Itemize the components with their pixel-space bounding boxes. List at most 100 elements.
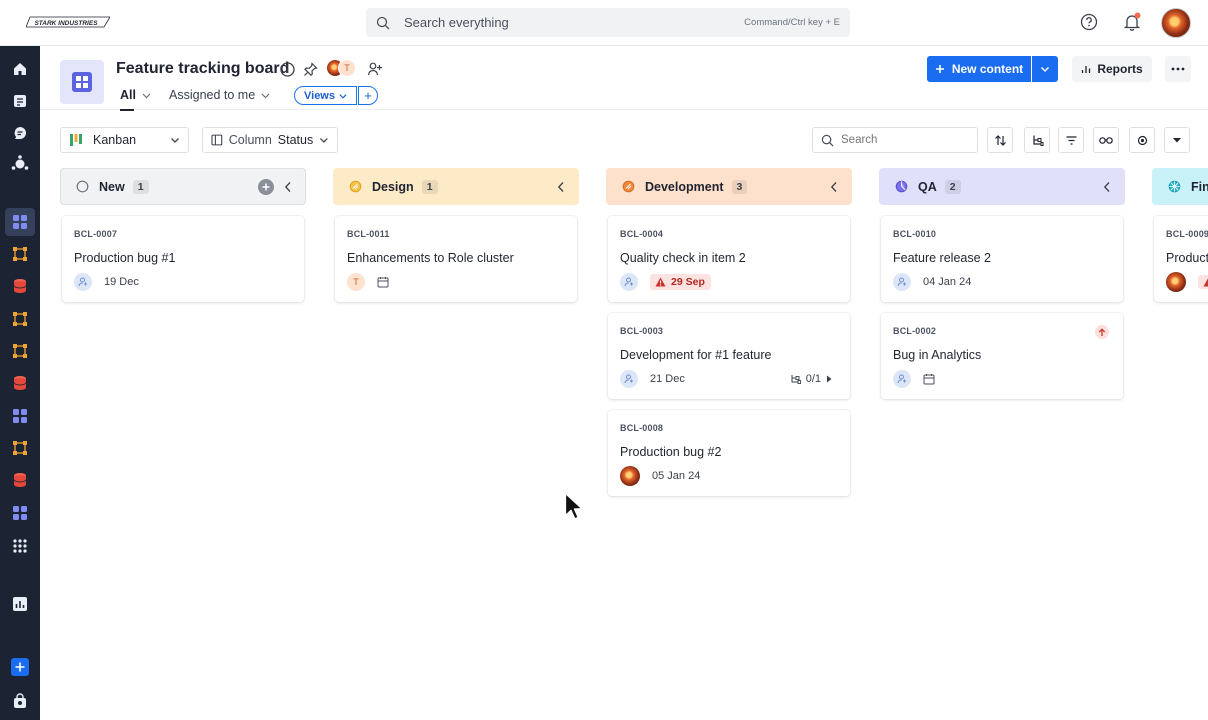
sidebar-chat-icon[interactable] bbox=[10, 123, 30, 143]
add-member-icon[interactable] bbox=[366, 60, 384, 78]
subitems-toggle[interactable]: 0/1 bbox=[790, 373, 832, 385]
hierarchy-button[interactable] bbox=[1024, 127, 1050, 153]
help-icon[interactable] bbox=[1078, 11, 1100, 33]
warning-icon bbox=[1203, 278, 1208, 287]
caret-down-icon bbox=[1173, 138, 1181, 143]
sort-button[interactable] bbox=[987, 127, 1013, 153]
calendar-icon[interactable] bbox=[377, 276, 389, 288]
column-header[interactable]: Fin bbox=[1152, 168, 1208, 205]
collapse-chevron-icon[interactable] bbox=[557, 181, 565, 193]
reports-button[interactable]: Reports bbox=[1072, 56, 1152, 82]
sidebar-workflow-icon[interactable] bbox=[10, 244, 30, 264]
sidebar-home-icon[interactable] bbox=[10, 59, 30, 79]
column-prefix-label: Column bbox=[228, 133, 272, 147]
sidebar-workflow-icon[interactable] bbox=[10, 309, 30, 329]
sidebar-boards-icon[interactable] bbox=[10, 406, 30, 426]
view-mode-select[interactable]: Kanban bbox=[60, 127, 189, 153]
sidebar-apps-grid-icon[interactable] bbox=[10, 536, 30, 556]
card[interactable]: BCL-0003 Development for #1 feature 21 D… bbox=[608, 313, 850, 399]
collapse-chevron-icon[interactable] bbox=[284, 181, 292, 193]
priority-high-icon[interactable] bbox=[1095, 325, 1109, 339]
sidebar-workflow-icon[interactable] bbox=[10, 341, 30, 361]
assign-user-icon[interactable] bbox=[893, 273, 911, 291]
sidebar-database-icon[interactable] bbox=[10, 470, 30, 490]
sidebar-store-icon[interactable] bbox=[10, 691, 30, 711]
member-avatar-initial[interactable]: T bbox=[338, 59, 356, 77]
assign-user-icon[interactable] bbox=[620, 273, 638, 291]
brand-logo[interactable]: STARK INDUSTRIES bbox=[26, 15, 110, 29]
status-qa-icon bbox=[895, 180, 908, 193]
card-due-date[interactable]: 05 Jan 24 bbox=[652, 470, 700, 482]
card[interactable]: BCL-0008 Production bug #2 05 Jan 24 bbox=[608, 410, 850, 496]
overdue-badge[interactable] bbox=[1198, 275, 1208, 289]
sidebar-tasks-icon[interactable] bbox=[10, 91, 30, 111]
card-title: Enhancements to Role cluster bbox=[347, 251, 514, 265]
sidebar-workflow-icon[interactable] bbox=[10, 438, 30, 458]
more-options-button[interactable] bbox=[1165, 56, 1191, 82]
pin-icon[interactable] bbox=[301, 60, 319, 78]
card[interactable]: BCL-0011 Enhancements to Role cluster T bbox=[335, 216, 577, 302]
view-settings-button[interactable] bbox=[1129, 127, 1155, 153]
overdue-badge[interactable]: 29 Sep bbox=[650, 274, 711, 290]
card-assignee-avatar[interactable]: T bbox=[347, 273, 365, 291]
fields-visibility-button[interactable] bbox=[1093, 127, 1119, 153]
card-id: BCL-0011 bbox=[347, 229, 390, 239]
brand-logo-text: STARK INDUSTRIES bbox=[34, 20, 98, 27]
column-header[interactable]: QA 2 bbox=[879, 168, 1125, 205]
tab-all[interactable]: All bbox=[120, 88, 151, 111]
global-search[interactable]: Search everything Command/Ctrl key + E bbox=[366, 8, 850, 37]
card-due-date[interactable]: 21 Dec bbox=[650, 373, 685, 385]
sidebar-database-icon[interactable] bbox=[10, 373, 30, 393]
filter-button[interactable] bbox=[1058, 127, 1084, 153]
calendar-icon[interactable] bbox=[923, 373, 935, 385]
kanban-board: New 1 BCL-0007 Production bug #1 19 Dec bbox=[40, 166, 1208, 720]
sidebar-boards-icon[interactable] bbox=[10, 503, 30, 523]
search-shortcut-hint: Command/Ctrl key + E bbox=[744, 17, 840, 28]
views-label: Views bbox=[304, 89, 335, 102]
reports-label: Reports bbox=[1097, 62, 1143, 76]
filter-icon bbox=[1066, 135, 1076, 145]
sidebar-database-icon[interactable] bbox=[10, 276, 30, 296]
board-toolbar: Kanban Column Status bbox=[40, 110, 1208, 166]
add-view-button[interactable]: + bbox=[358, 86, 378, 105]
card-due-date[interactable]: 04 Jan 24 bbox=[923, 276, 971, 288]
column-header[interactable]: New 1 bbox=[60, 168, 306, 205]
card-assignee-avatar[interactable] bbox=[1166, 272, 1186, 292]
collapse-chevron-icon[interactable] bbox=[830, 181, 838, 193]
board-search[interactable] bbox=[812, 127, 978, 153]
column-field-select[interactable]: Column Status bbox=[202, 127, 338, 153]
sidebar-boards-icon[interactable] bbox=[5, 208, 35, 236]
card[interactable]: BCL-0010 Feature release 2 04 Jan 24 bbox=[881, 216, 1123, 302]
toolbar-more-button[interactable] bbox=[1164, 127, 1190, 153]
user-avatar[interactable] bbox=[1161, 8, 1191, 38]
info-icon[interactable] bbox=[278, 60, 296, 78]
assign-user-icon[interactable] bbox=[620, 370, 638, 388]
columns-icon bbox=[211, 134, 223, 146]
sidebar-analytics-icon[interactable] bbox=[10, 594, 30, 614]
notifications-bell-icon[interactable] bbox=[1121, 11, 1143, 33]
chevron-down-icon bbox=[1040, 66, 1050, 73]
column-count: 2 bbox=[944, 179, 961, 194]
sidebar-add-icon[interactable] bbox=[10, 657, 30, 677]
card[interactable]: BCL-0002 Bug in Analytics bbox=[881, 313, 1123, 399]
collapse-chevron-icon[interactable] bbox=[1103, 181, 1111, 193]
new-content-menu-button[interactable] bbox=[1032, 56, 1058, 82]
tab-assigned-to-me[interactable]: Assigned to me bbox=[169, 88, 270, 102]
views-dropdown[interactable]: Views bbox=[294, 86, 357, 105]
board-search-input[interactable] bbox=[841, 134, 961, 146]
new-content-button[interactable]: New content bbox=[927, 56, 1031, 82]
column-title: Fin bbox=[1191, 179, 1208, 194]
card-due-date[interactable]: 19 Dec bbox=[104, 276, 139, 288]
card[interactable]: BCL-0009 Product bbox=[1154, 216, 1208, 302]
card[interactable]: BCL-0007 Production bug #1 19 Dec bbox=[62, 216, 304, 302]
card-assignee-avatar[interactable] bbox=[620, 466, 640, 486]
column-header[interactable]: Design 1 bbox=[333, 168, 579, 205]
card-id: BCL-0003 bbox=[620, 326, 664, 336]
page-title: Feature tracking board bbox=[116, 60, 290, 77]
assign-user-icon[interactable] bbox=[893, 370, 911, 388]
sidebar-hub-icon[interactable] bbox=[10, 154, 30, 174]
assign-user-icon[interactable] bbox=[74, 273, 92, 291]
card[interactable]: BCL-0004 Quality check in item 2 29 Sep bbox=[608, 216, 850, 302]
add-card-icon[interactable] bbox=[258, 178, 274, 195]
column-header[interactable]: Development 3 bbox=[606, 168, 852, 205]
